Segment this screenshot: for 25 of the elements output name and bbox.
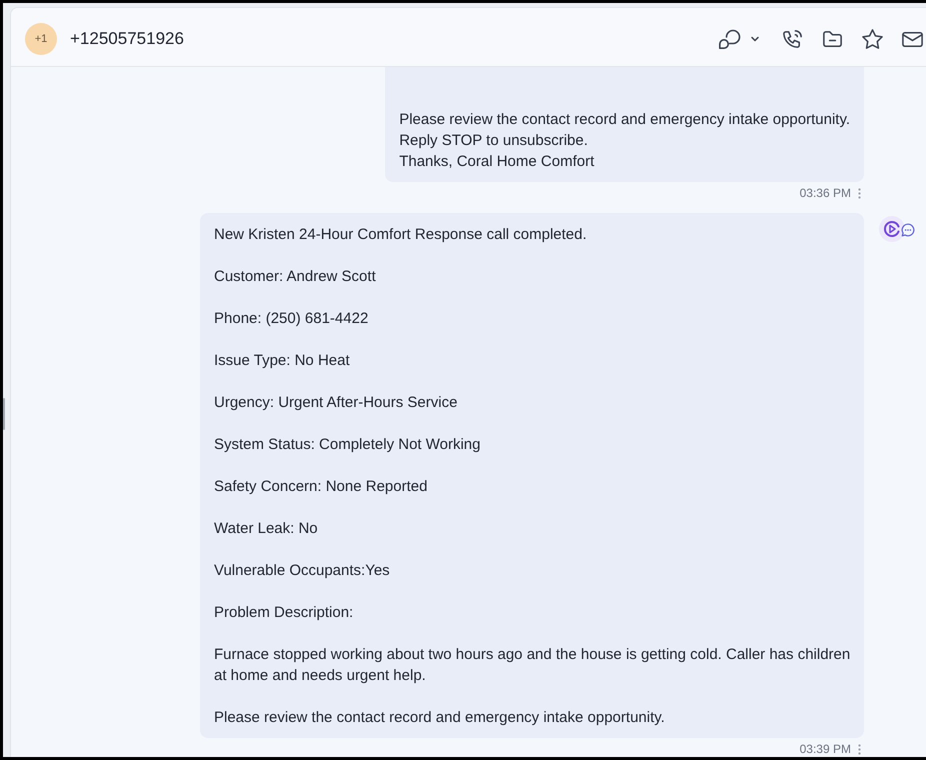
phone-call-icon[interactable]	[781, 28, 804, 50]
contact-avatar: +1	[25, 23, 57, 55]
message-text: Safety Concern: None Reported	[214, 477, 428, 497]
message-text: Phone: (250) 681-4422	[214, 309, 370, 329]
message-text: Water Leak: No	[214, 519, 319, 539]
message-text: Thanks, Coral Home Comfort	[399, 152, 596, 172]
message-text: New Kristen 24-Hour Comfort Response call completed.	[214, 225, 588, 245]
contact-phone-number: +12505751926	[70, 28, 184, 50]
resize-handle[interactable]	[3, 398, 5, 430]
message-text: Urgency: Urgent After-Hours Service	[214, 393, 458, 413]
message-text: Furnace stopped working about two hours ago and the house is getting cold. Caller has children at home and needs urgent help.	[214, 645, 852, 686]
message-text: Problem Description:	[214, 603, 354, 623]
message-text: System Status: Completely Not Working	[214, 435, 482, 455]
message-text: Vulnerable Occupants:Yes	[214, 561, 391, 581]
message-timestamp: 03:39 PM	[800, 741, 851, 757]
message-text: Please review the contact record and emergency intake opportunity.	[214, 708, 666, 728]
message-text: Issue Type: No Heat	[214, 351, 351, 371]
message-text: Customer: Andrew Scott	[214, 267, 377, 287]
play-circle-icon[interactable]	[879, 216, 905, 242]
chat-bubble-icon[interactable]	[901, 223, 915, 237]
message-text: Please review the contact record and emergency intake opportunity.	[399, 110, 850, 130]
chat-bubbles-icon[interactable]	[717, 27, 741, 51]
star-icon[interactable]	[861, 28, 884, 50]
message-text: Reply STOP to unsubscribe.	[399, 131, 589, 151]
message-timestamp: 03:36 PM	[800, 185, 851, 202]
